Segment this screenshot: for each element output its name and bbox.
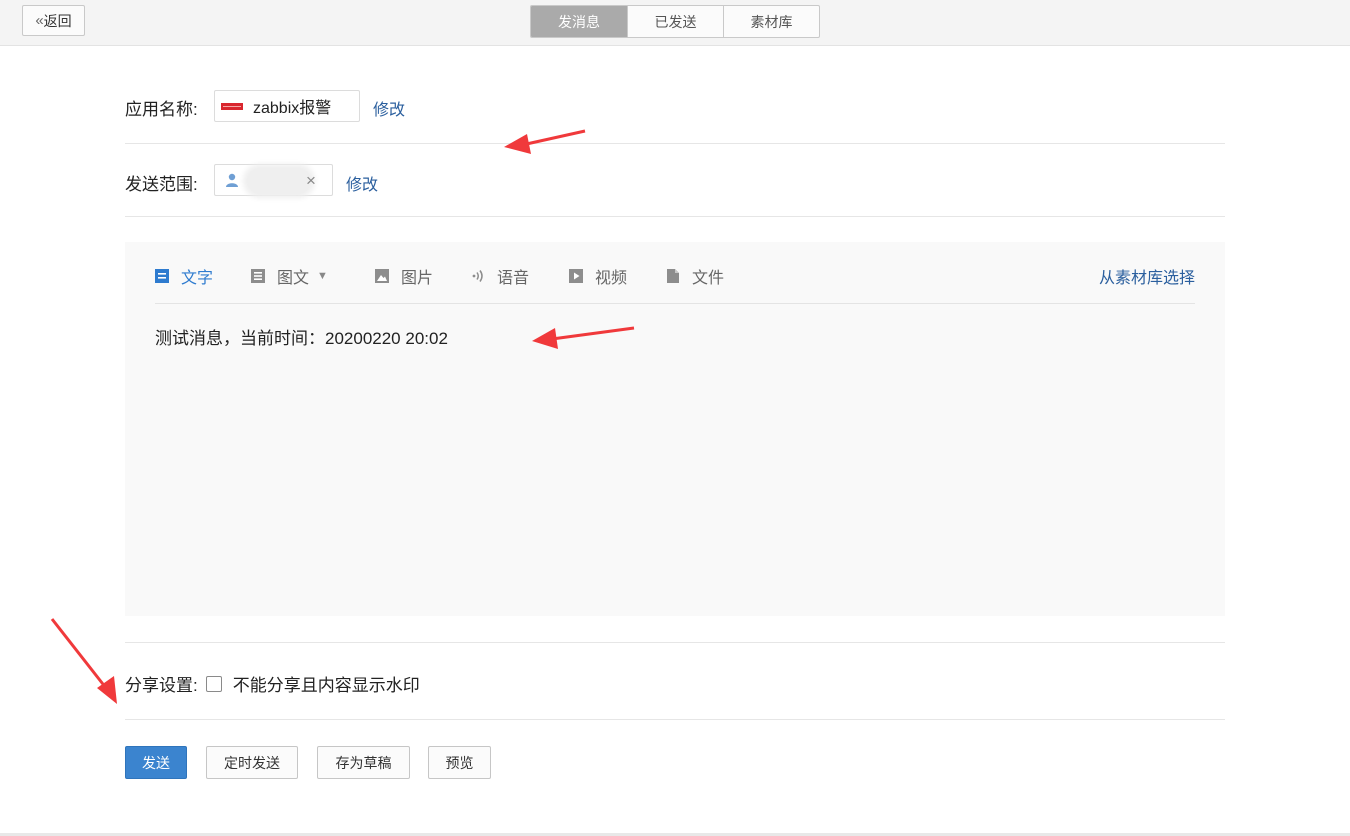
- tool-voice-label: 语音: [497, 270, 530, 287]
- user-icon: [226, 173, 238, 187]
- tab-send-message[interactable]: 发消息: [531, 6, 627, 37]
- no-share-watermark-label[interactable]: 不能分享且内容显示水印: [233, 671, 420, 696]
- app-name-chip: zabbix报警: [214, 90, 360, 122]
- message-editor: 文字 图文 ▼ 图片 语音 视频 文件 从素材库选择 测试消息，当前时间：202…: [125, 242, 1225, 616]
- tool-video[interactable]: 视频: [569, 264, 627, 288]
- no-share-watermark-checkbox[interactable]: [205, 675, 222, 692]
- send-scope-label: 发送范围:: [125, 175, 198, 194]
- divider: [125, 143, 1225, 144]
- article-icon: [251, 269, 265, 283]
- annotation-arrow-icon: [50, 618, 117, 704]
- image-icon: [375, 269, 389, 283]
- divider: [125, 719, 1225, 720]
- share-settings-row: 分享设置: 不能分享且内容显示水印: [125, 671, 420, 696]
- save-draft-button[interactable]: 存为草稿: [317, 746, 410, 779]
- tool-text-label: 文字: [181, 270, 214, 287]
- send-button[interactable]: 发送: [125, 746, 187, 779]
- edit-app-link[interactable]: 修改: [373, 96, 405, 120]
- tool-text[interactable]: 文字: [155, 264, 213, 288]
- tab-sent[interactable]: 已发送: [627, 6, 723, 37]
- editor-toolbar: 文字 图文 ▼ 图片 语音 视频 文件 从素材库选择: [155, 242, 1195, 304]
- tab-material-library[interactable]: 素材库: [723, 6, 819, 37]
- tool-voice[interactable]: 语音: [471, 264, 529, 288]
- share-settings-label: 分享设置:: [125, 676, 198, 695]
- message-tabs: 发消息 已发送 素材库: [530, 5, 820, 38]
- app-name-label: 应用名称:: [125, 100, 198, 119]
- tool-video-label: 视频: [595, 270, 628, 287]
- top-bar: « 返回 发消息 已发送 素材库: [0, 0, 1350, 46]
- tool-file-label: 文件: [692, 270, 725, 287]
- remove-recipient-button[interactable]: ×: [306, 171, 316, 191]
- divider: [125, 642, 1225, 643]
- message-content-textarea[interactable]: 测试消息，当前时间：20200220 20:02: [155, 324, 448, 349]
- tool-image-label: 图片: [401, 270, 434, 287]
- tool-article[interactable]: 图文 ▼: [251, 264, 328, 288]
- zabbix-logo-icon: [221, 102, 243, 110]
- double-chevron-left-icon: «: [35, 12, 43, 29]
- back-button[interactable]: « 返回: [22, 5, 85, 36]
- pick-from-library-link[interactable]: 从素材库选择: [1099, 264, 1195, 288]
- video-icon: [569, 269, 583, 283]
- voice-icon: [472, 270, 483, 282]
- edit-scope-link[interactable]: 修改: [346, 171, 378, 195]
- preview-button[interactable]: 预览: [428, 746, 491, 779]
- file-icon: [667, 269, 679, 283]
- back-button-label: 返回: [43, 12, 72, 29]
- tool-file[interactable]: 文件: [666, 264, 724, 288]
- tool-image[interactable]: 图片: [375, 264, 433, 288]
- divider: [125, 216, 1225, 217]
- blurred-recipient-name: [247, 168, 311, 194]
- app-name-value: zabbix报警: [253, 100, 332, 117]
- schedule-send-button[interactable]: 定时发送: [206, 746, 298, 779]
- recipient-chip: ×: [214, 164, 333, 196]
- tool-article-label: 图文: [277, 270, 310, 287]
- caret-down-icon: ▼: [317, 270, 328, 282]
- text-icon: [155, 269, 169, 283]
